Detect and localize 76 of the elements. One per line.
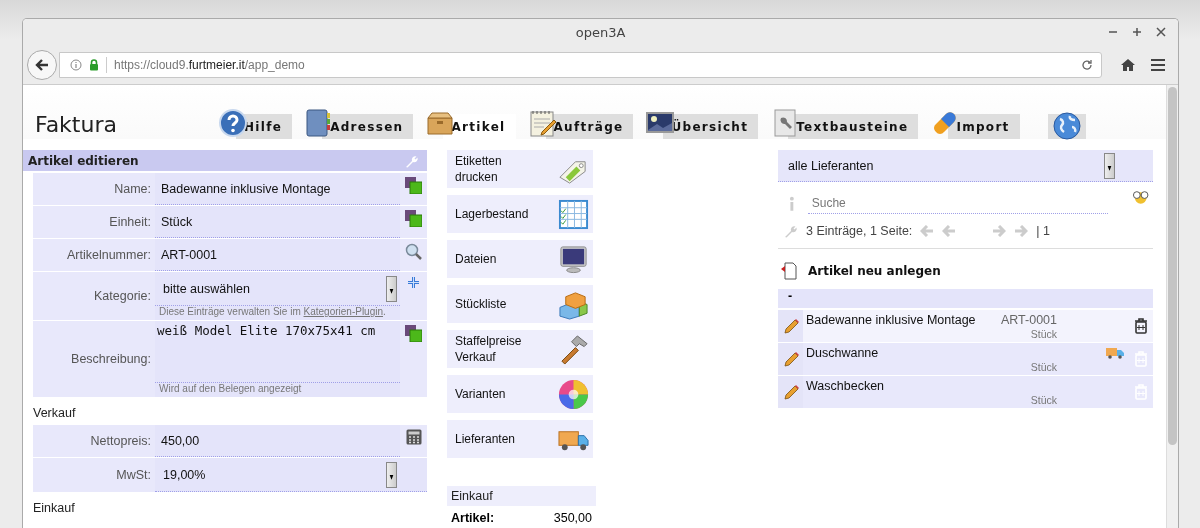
action-button[interactable]: Etiketten drucken xyxy=(447,150,593,188)
monitor-icon xyxy=(558,243,589,275)
nav-tab[interactable] xyxy=(1047,114,1086,139)
action-button[interactable]: Varianten xyxy=(447,375,593,413)
price-label: Artikel: xyxy=(451,511,495,525)
color-wheel-icon xyxy=(558,378,589,410)
maximize-icon[interactable] xyxy=(1132,27,1142,37)
lock-icon xyxy=(89,59,99,71)
panel-title: Artikel editieren xyxy=(28,153,139,168)
back-button[interactable] xyxy=(27,50,57,80)
article-unit: Stück xyxy=(1030,361,1057,375)
glasses-icon[interactable] xyxy=(1131,190,1149,204)
description-field[interactable]: weiß Model Elite 170x75x41 cm xyxy=(155,321,400,383)
menu-icon[interactable] xyxy=(1150,58,1166,72)
text-field[interactable]: Stück xyxy=(155,206,400,238)
pencil-icon[interactable] xyxy=(782,384,799,400)
hint-text: Wird auf den Belegen angezeigt xyxy=(155,383,400,397)
entry-count: 3 Einträge, 1 Seite: xyxy=(806,224,913,238)
new-article-link[interactable]: Artikel neu anlegen xyxy=(808,264,941,278)
copy-icon[interactable] xyxy=(405,210,422,227)
app-title: Faktura xyxy=(35,112,118,137)
supplier-select[interactable]: alle Lieferanten xyxy=(778,150,1153,182)
price-value: 350,00 xyxy=(553,511,592,525)
close-icon[interactable] xyxy=(1156,27,1166,37)
table-icon xyxy=(558,198,589,230)
field-label: Einheit: xyxy=(33,206,155,238)
back-arrow-icon xyxy=(35,58,49,72)
section-heading: Verkauf xyxy=(32,405,77,422)
article-name: Badewanne inklusive Montage xyxy=(806,313,977,329)
select-field[interactable]: bitte auswählen xyxy=(155,272,400,306)
plugin-link[interactable]: Kategorien-Plugin xyxy=(303,306,383,317)
action-button[interactable]: Staffelpreise Verkauf xyxy=(447,330,593,368)
field-label: Nettopreis: xyxy=(33,425,155,457)
field-label: Beschreibung: xyxy=(33,321,155,397)
trash-icon[interactable] xyxy=(1133,318,1148,334)
field-label: Name: xyxy=(33,173,155,205)
copy-icon[interactable] xyxy=(405,325,422,342)
text-field[interactable]: Badewanne inklusive Montage xyxy=(155,173,400,205)
hint-text: Diese Einträge verwalten Sie im Kategorien-Plugin. xyxy=(155,306,400,320)
address-field[interactable]: https://cloud9.furtmeier.it/app_demo xyxy=(59,52,1102,78)
home-icon[interactable] xyxy=(1120,58,1136,72)
plus-icon[interactable] xyxy=(407,276,420,289)
window-title: open3A xyxy=(575,25,626,40)
scrollbar[interactable] xyxy=(1166,85,1178,528)
group-header: - xyxy=(778,289,1153,308)
calculator-icon[interactable] xyxy=(405,429,422,445)
new-document-icon[interactable] xyxy=(780,262,798,280)
article-number: ART-0001 xyxy=(1000,313,1057,327)
article-row[interactable]: Duschwanne Stück xyxy=(778,343,1153,375)
page-number: | 1 xyxy=(1036,224,1050,238)
article-unit: Stück xyxy=(1030,394,1057,408)
search-icon[interactable] xyxy=(405,243,422,260)
action-button[interactable]: Lieferanten xyxy=(447,420,593,458)
select-field[interactable]: 19,00% xyxy=(155,458,427,492)
globe-icon xyxy=(1051,111,1082,141)
action-button[interactable]: Lagerbestand xyxy=(447,195,593,233)
field-label: Kategorie: xyxy=(33,272,155,320)
action-button[interactable]: Stückliste xyxy=(447,285,593,323)
section-heading: Einkauf xyxy=(447,486,596,506)
article-row[interactable]: Badewanne inklusive Montage ART-0001 Stück xyxy=(778,310,1153,342)
article-row[interactable]: Waschbecken Stück xyxy=(778,376,1153,408)
field-label: MwSt: xyxy=(33,458,155,492)
article-name: Waschbecken xyxy=(806,379,886,395)
action-button[interactable]: Dateien xyxy=(447,240,593,278)
text-field[interactable]: ART-0001 xyxy=(155,239,400,271)
hammer-icon xyxy=(558,333,589,365)
section-heading: Einkauf xyxy=(32,500,76,517)
copy-icon[interactable] xyxy=(405,177,422,194)
article-name: Duschwanne xyxy=(806,346,880,362)
pencil-icon[interactable] xyxy=(782,351,799,367)
url-text: https://cloud9.furtmeier.it/app_demo xyxy=(114,58,306,72)
reload-icon[interactable] xyxy=(1081,59,1093,71)
article-unit: Stück xyxy=(1030,328,1057,342)
text-field[interactable]: 450,00 xyxy=(155,425,400,457)
pencil-icon[interactable] xyxy=(782,318,799,334)
field-label: Artikelnummer: xyxy=(33,239,155,271)
